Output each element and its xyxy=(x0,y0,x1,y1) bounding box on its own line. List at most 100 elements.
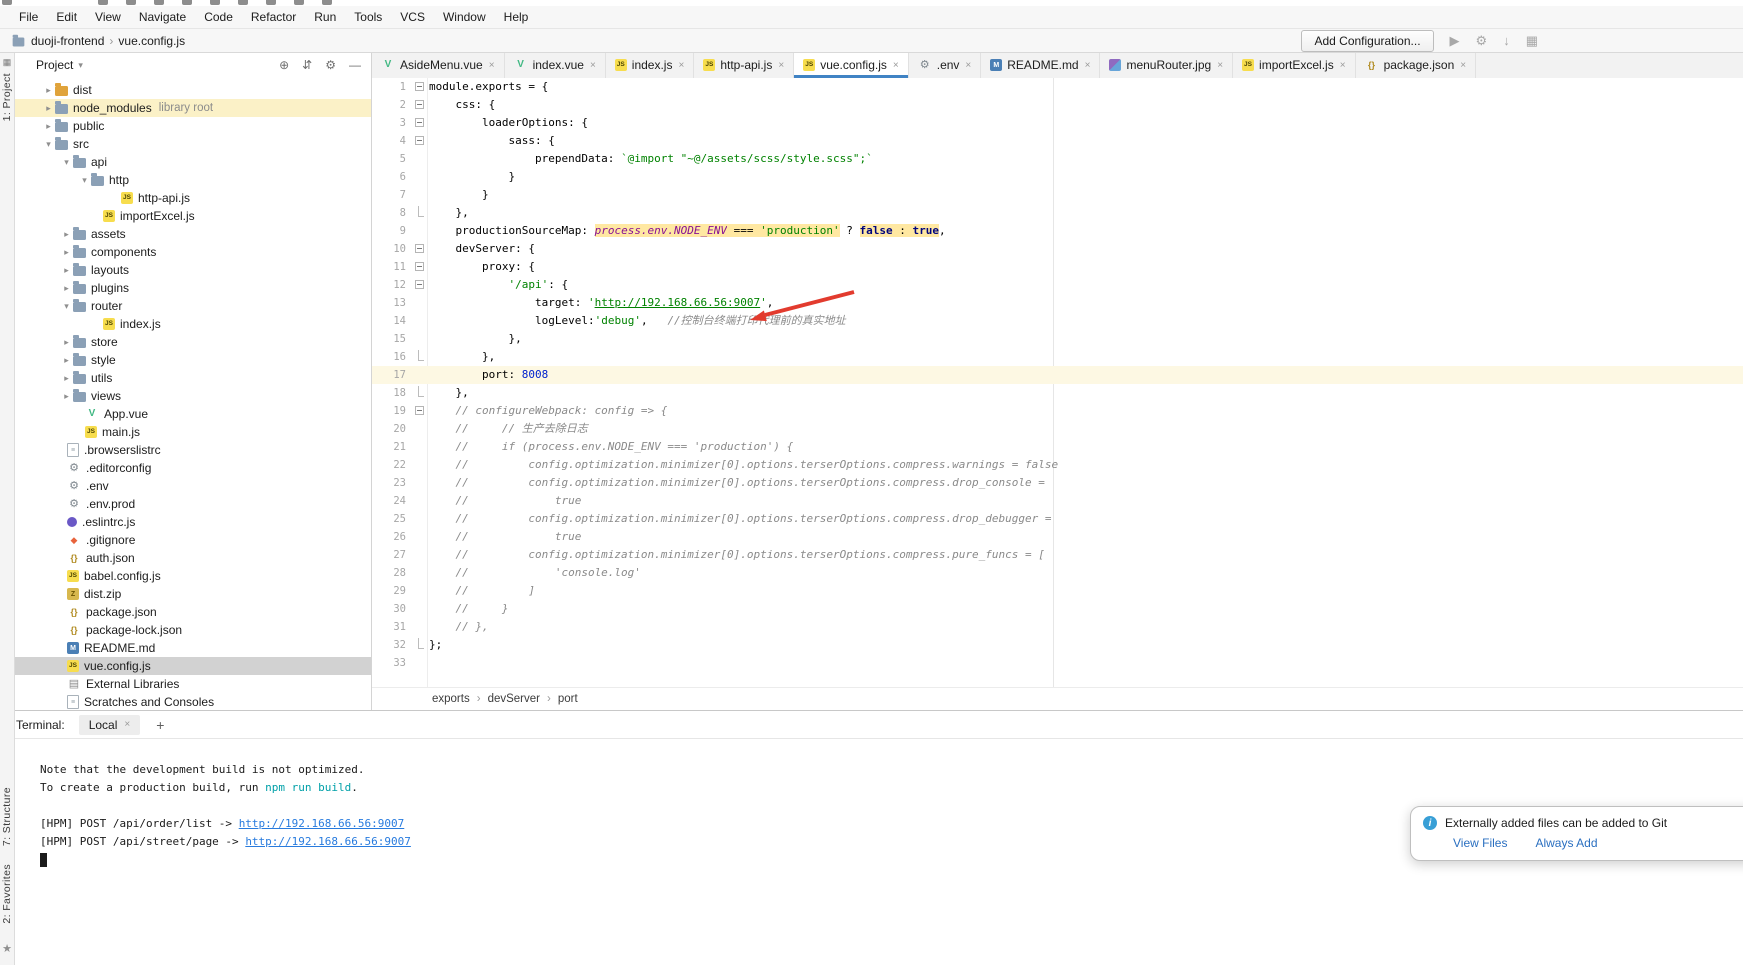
line-number[interactable]: 8 xyxy=(372,204,413,222)
breadcrumb-project[interactable]: duoji-frontend xyxy=(31,34,104,48)
code-line-4[interactable]: 4 sass: { xyxy=(372,132,1743,150)
code-line-30[interactable]: 30 // } xyxy=(372,600,1743,618)
line-number[interactable]: 15 xyxy=(372,330,413,348)
menu-item-navigate[interactable]: Navigate xyxy=(130,8,195,26)
add-configuration-button[interactable]: Add Configuration... xyxy=(1301,30,1433,52)
tree-item-scratches-and-consoles[interactable]: ≡Scratches and Consoles xyxy=(14,693,371,710)
favorites-star-icon[interactable]: ★ xyxy=(2,942,12,955)
chevron-icon[interactable]: ▸ xyxy=(42,85,55,96)
tab-package-json[interactable]: {}package.json× xyxy=(1356,52,1477,78)
tab-env[interactable]: ⚙.env× xyxy=(909,52,982,78)
breadcrumb-item-devserver[interactable]: devServer xyxy=(488,693,540,705)
tree-item-plugins[interactable]: ▸plugins xyxy=(14,279,371,297)
code-line-13[interactable]: 13 target: 'http://192.168.66.56:9007', xyxy=(372,294,1743,312)
code-line-8[interactable]: 8 }, xyxy=(372,204,1743,222)
line-number[interactable]: 13 xyxy=(372,294,413,312)
tree-item-auth-json[interactable]: {}auth.json xyxy=(14,549,371,567)
chevron-icon[interactable]: ▸ xyxy=(42,121,55,132)
tab-vue-config-js[interactable]: JSvue.config.js× xyxy=(794,52,909,78)
code-editor[interactable]: 1module.exports = {2 css: {3 loaderOptio… xyxy=(372,78,1743,688)
line-number[interactable]: 32 xyxy=(372,636,413,654)
code-line-1[interactable]: 1module.exports = { xyxy=(372,78,1743,96)
breadcrumb-file[interactable]: vue.config.js xyxy=(118,34,185,48)
terminal-link[interactable]: http://192.168.66.56:9007 xyxy=(239,817,405,830)
menu-item-edit[interactable]: Edit xyxy=(47,8,86,26)
tree-item-assets[interactable]: ▸assets xyxy=(14,225,371,243)
code-line-17[interactable]: 17 port: 8008 xyxy=(372,366,1743,384)
code-line-25[interactable]: 25 // config.optimization.minimizer[0].o… xyxy=(372,510,1743,528)
code-line-16[interactable]: 16 }, xyxy=(372,348,1743,366)
line-number[interactable]: 33 xyxy=(372,654,413,672)
close-icon[interactable]: × xyxy=(965,60,971,71)
code-line-11[interactable]: 11 proxy: { xyxy=(372,258,1743,276)
tree-item-http-api-js[interactable]: JShttp-api.js xyxy=(14,189,371,207)
menu-item-help[interactable]: Help xyxy=(495,8,538,26)
tree-item-style[interactable]: ▸style xyxy=(14,351,371,369)
view-files-link[interactable]: View Files xyxy=(1453,836,1507,850)
close-icon[interactable]: × xyxy=(1340,60,1346,71)
code-line-9[interactable]: 9 productionSourceMap: process.env.NODE_… xyxy=(372,222,1743,240)
close-icon[interactable]: × xyxy=(1217,60,1223,71)
tab-asidemenu-vue[interactable]: VAsideMenu.vue× xyxy=(372,52,505,78)
tree-item-api[interactable]: ▾api xyxy=(14,153,371,171)
chevron-icon[interactable]: ▸ xyxy=(60,265,73,276)
close-icon[interactable]: × xyxy=(778,60,784,71)
tree-item-editorconfig[interactable]: ⚙.editorconfig xyxy=(14,459,371,477)
code-line-5[interactable]: 5 prependData: `@import "~@/assets/scss/… xyxy=(372,150,1743,168)
code-line-18[interactable]: 18 }, xyxy=(372,384,1743,402)
tree-item-layouts[interactable]: ▸layouts xyxy=(14,261,371,279)
line-number[interactable]: 12 xyxy=(372,276,413,294)
code-line-29[interactable]: 29 // ] xyxy=(372,582,1743,600)
close-icon[interactable]: × xyxy=(1460,60,1466,71)
tab-importexcel-js[interactable]: JSimportExcel.js× xyxy=(1233,52,1356,78)
project-panel-title[interactable]: Project xyxy=(36,58,73,72)
chevron-icon[interactable]: ▾ xyxy=(60,301,73,312)
tab-http-api-js[interactable]: JShttp-api.js× xyxy=(694,52,794,78)
tab-readme-md[interactable]: MREADME.md× xyxy=(981,52,1100,78)
code-line-27[interactable]: 27 // config.optimization.minimizer[0].o… xyxy=(372,546,1743,564)
line-number[interactable]: 10 xyxy=(372,240,413,258)
line-number[interactable]: 20 xyxy=(372,420,413,438)
tree-item-utils[interactable]: ▸utils xyxy=(14,369,371,387)
menu-item-tools[interactable]: Tools xyxy=(345,8,391,26)
tree-item-env[interactable]: ⚙.env xyxy=(14,477,371,495)
line-number[interactable]: 22 xyxy=(372,456,413,474)
close-icon[interactable]: × xyxy=(893,60,899,71)
gear-icon[interactable]: ⚙ xyxy=(325,58,336,72)
line-number[interactable]: 23 xyxy=(372,474,413,492)
line-number[interactable]: 30 xyxy=(372,600,413,618)
code-line-31[interactable]: 31 // }, xyxy=(372,618,1743,636)
tree-item-http[interactable]: ▾http xyxy=(14,171,371,189)
chevron-icon[interactable]: ▾ xyxy=(42,139,55,150)
stripe-project-button[interactable]: 1: Project xyxy=(1,73,13,121)
line-number[interactable]: 21 xyxy=(372,438,413,456)
tree-item-src[interactable]: ▾src xyxy=(14,135,371,153)
line-number[interactable]: 6 xyxy=(372,168,413,186)
menu-item-code[interactable]: Code xyxy=(195,8,242,26)
tree-item-main-js[interactable]: JSmain.js xyxy=(14,423,371,441)
tree-item-external-libraries[interactable]: ▤External Libraries xyxy=(14,675,371,693)
new-terminal-button[interactable]: + xyxy=(156,717,164,733)
line-number[interactable]: 27 xyxy=(372,546,413,564)
tree-item-views[interactable]: ▸views xyxy=(14,387,371,405)
chevron-icon[interactable]: ▸ xyxy=(60,283,73,294)
code-line-2[interactable]: 2 css: { xyxy=(372,96,1743,114)
line-number[interactable]: 19 xyxy=(372,402,413,420)
code-line-33[interactable]: 33 xyxy=(372,654,1743,672)
close-icon[interactable]: × xyxy=(1085,60,1091,71)
tree-item-dist-zip[interactable]: Zdist.zip xyxy=(14,585,371,603)
chevron-icon[interactable]: ▸ xyxy=(60,229,73,240)
tree-item-env-prod[interactable]: ⚙.env.prod xyxy=(14,495,371,513)
code-line-12[interactable]: 12 '/api': { xyxy=(372,276,1743,294)
line-number[interactable]: 17 xyxy=(372,366,413,384)
tab-index-js[interactable]: JSindex.js× xyxy=(606,52,695,78)
code-line-6[interactable]: 6 } xyxy=(372,168,1743,186)
chevron-icon[interactable]: ▾ xyxy=(60,157,73,168)
code-line-7[interactable]: 7 } xyxy=(372,186,1743,204)
tab-index-vue[interactable]: Vindex.vue× xyxy=(505,52,606,78)
stripe-favorites-button[interactable]: 2: Favorites xyxy=(1,864,13,924)
tree-item-store[interactable]: ▸store xyxy=(14,333,371,351)
tree-item-browserslistrc[interactable]: ≡.browserslistrc xyxy=(14,441,371,459)
chevron-icon[interactable]: ▸ xyxy=(60,247,73,258)
line-number[interactable]: 3 xyxy=(372,114,413,132)
